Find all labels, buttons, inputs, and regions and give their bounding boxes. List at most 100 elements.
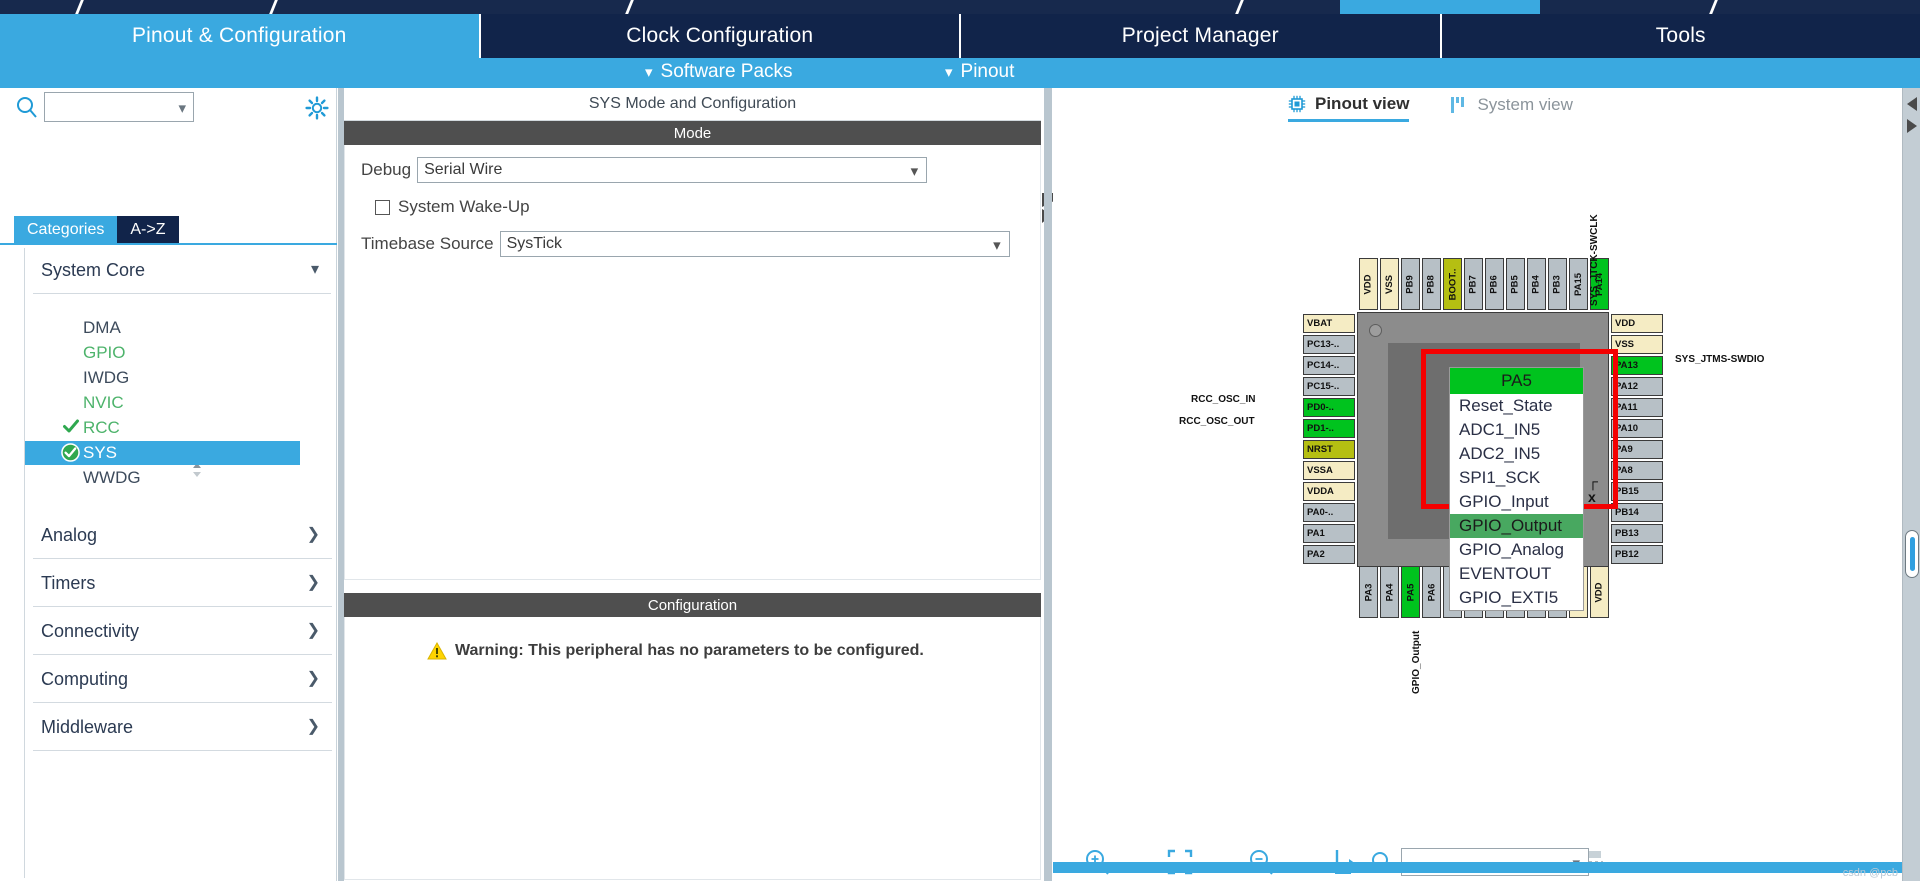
pinout-menu-label: Pinout (960, 61, 1015, 82)
chip-pin-right-pb15[interactable]: PB15 (1611, 482, 1663, 501)
context-menu-item-gpio_exti5[interactable]: GPIO_EXTI5 (1450, 586, 1583, 610)
chip-pin-bottom-vdd[interactable]: VDD (1590, 566, 1609, 618)
chevron-down-icon: ▾ (310, 261, 319, 278)
chip-pin-top-pb8[interactable]: PB8 (1422, 258, 1441, 310)
group-computing[interactable]: Computing ❯ (25, 657, 338, 703)
chip-pin-right-pb13[interactable]: PB13 (1611, 524, 1663, 543)
pinout-vertical-scrollbar[interactable] (1902, 88, 1920, 881)
chip-pin-bottom-pa3[interactable]: PA3 (1359, 566, 1378, 618)
check-circle-icon (61, 443, 80, 462)
system-wakeup-row[interactable]: System Wake-Up (375, 197, 530, 217)
chip-pin-left-pa1[interactable]: PA1 (1303, 524, 1355, 543)
sidebar-item-gpio[interactable]: GPIO (25, 341, 300, 365)
chevron-down-icon: ▾ (645, 64, 653, 81)
chip-pin-right-pb14[interactable]: PB14 (1611, 503, 1663, 522)
tab-pinout-view[interactable]: Pinout view (1288, 88, 1410, 122)
menu-separator (73, 0, 86, 14)
tab-a-to-z[interactable]: A->Z (117, 216, 179, 243)
group-label: Connectivity (41, 621, 140, 641)
context-menu-item-reset_state[interactable]: Reset_State (1450, 394, 1583, 418)
pinout-menu[interactable]: ▾ Pinout (945, 61, 1014, 83)
chip-pin-top-pb7[interactable]: PB7 (1464, 258, 1483, 310)
scroll-up-arrow-icon[interactable] (1906, 96, 1918, 112)
chip-pin-top-boot[interactable]: BOOT.. (1443, 258, 1462, 310)
chip-pin-top-pb6[interactable]: PB6 (1485, 258, 1504, 310)
chip-pin-top-pb3[interactable]: PB3 (1548, 258, 1567, 310)
pin-label: PA2 (1307, 549, 1325, 560)
sidebar-item-nvic[interactable]: NVIC (25, 391, 300, 415)
timebase-select[interactable]: SysTick ▾ (499, 231, 1010, 257)
debug-select[interactable]: Serial Wire ▾ (417, 157, 928, 183)
chip-pin-right-vss[interactable]: VSS (1611, 335, 1663, 354)
chip-pin-top-pb5[interactable]: PB5 (1506, 258, 1525, 310)
chip-pin-right-vdd[interactable]: VDD (1611, 314, 1663, 333)
chip-pin-right-pa8[interactable]: PA8 (1611, 461, 1663, 480)
chip-pin-left-pd1[interactable]: PD1-.. (1303, 419, 1355, 438)
context-menu-item-spi1_sck[interactable]: SPI1_SCK (1450, 466, 1583, 490)
group-analog[interactable]: Analog ❯ (25, 513, 338, 559)
tab-project-manager[interactable]: Project Manager (961, 14, 1442, 58)
context-menu-item-gpio_analog[interactable]: GPIO_Analog (1450, 538, 1583, 562)
chip-pin-left-pa2[interactable]: PA2 (1303, 545, 1355, 564)
chevron-down-icon: ▾ (910, 163, 919, 180)
chip-pin-left-vbat[interactable]: VBAT (1303, 314, 1355, 333)
tab-pinout-configuration[interactable]: Pinout & Configuration (0, 14, 481, 58)
chip-pin-right-pa9[interactable]: PA9 (1611, 440, 1663, 459)
group-middleware[interactable]: Middleware ❯ (25, 705, 338, 751)
mode-section-header: Mode (344, 121, 1041, 145)
chip-pin-left-pc14[interactable]: PC14-.. (1303, 356, 1355, 375)
right-splitter[interactable] (1044, 88, 1052, 881)
configuration-section-body: Warning: This peripheral has no paramete… (344, 617, 1041, 880)
toolbar-blue-button[interactable] (1340, 0, 1540, 14)
chip-pin-right-pb12[interactable]: PB12 (1611, 545, 1663, 564)
chip-canvas[interactable]: VBAT PC13-.. PC14-.. PC15-.. PD0-.. PD1-.. NRS… (1053, 124, 1893, 844)
context-menu-item-adc2_in5[interactable]: ADC2_IN5 (1450, 442, 1583, 466)
chip-pin-bottom-pa5[interactable]: PA5 (1401, 566, 1420, 618)
pin-label: PA3 (1363, 583, 1374, 601)
chip-pin-left-pc15[interactable]: PC15-.. (1303, 377, 1355, 396)
chip-pin-top-pb9[interactable]: PB9 (1401, 258, 1420, 310)
group-timers[interactable]: Timers ❯ (25, 561, 338, 607)
sidebar-item-wwdg[interactable]: WWDG (25, 466, 300, 490)
chip-pin-top-pa15[interactable]: PA15 (1569, 258, 1588, 310)
chip-pin-right-pa12[interactable]: PA12 (1611, 377, 1663, 396)
group-connectivity[interactable]: Connectivity ❯ (25, 609, 338, 655)
chip-pin-right-pa13[interactable]: PA13 (1611, 356, 1663, 375)
context-menu-item-adc1_in5[interactable]: ADC1_IN5 (1450, 418, 1583, 442)
group-system-core[interactable]: System Core ▾ (25, 248, 337, 294)
sidebar-item-sys[interactable]: SYS (25, 441, 300, 465)
sidebar-item-iwdg[interactable]: IWDG (25, 366, 300, 390)
chip-pin-right-pa11[interactable]: PA11 (1611, 398, 1663, 417)
gear-icon[interactable] (305, 96, 329, 120)
context-menu-item-gpio_input[interactable]: GPIO_Input (1450, 490, 1583, 514)
tab-clock-configuration[interactable]: Clock Configuration (480, 14, 961, 58)
chip-pin-top-vdd[interactable]: VDD (1359, 258, 1378, 310)
search-input[interactable]: ▾ (44, 92, 194, 122)
software-packs-menu[interactable]: ▾ Software Packs (645, 61, 793, 83)
context-menu-item-eventout[interactable]: EVENTOUT (1450, 562, 1583, 586)
chip-pin-left-vdda[interactable]: VDDA (1303, 482, 1355, 501)
scroll-down-arrow-icon[interactable] (1906, 118, 1918, 134)
tab-categories[interactable]: Categories (14, 216, 118, 243)
chip-pin-left-pa0[interactable]: PA0-.. (1303, 503, 1355, 522)
chip-pin-left-pc13[interactable]: PC13-.. (1303, 335, 1355, 354)
chip-pin-left-vssa[interactable]: VSSA (1303, 461, 1355, 480)
chip-pin-top-pb4[interactable]: PB4 (1527, 258, 1546, 310)
chevron-right-icon: ❯ (306, 622, 320, 639)
chip-pin-bottom-pa6[interactable]: PA6 (1422, 566, 1441, 618)
chip-pin-left-pd0[interactable]: PD0-.. (1303, 398, 1355, 417)
sidebar-item-rcc[interactable]: RCC (25, 416, 300, 440)
pin-label: PB13 (1615, 528, 1639, 539)
system-wakeup-checkbox[interactable] (375, 199, 390, 215)
chip-pin-right-pa10[interactable]: PA10 (1611, 419, 1663, 438)
context-menu-header: PA5 (1450, 368, 1583, 394)
chip-pin-bottom-pa4[interactable]: PA4 (1380, 566, 1399, 618)
chip-pin-top-vss[interactable]: VSS (1380, 258, 1399, 310)
sidebar-item-dma[interactable]: DMA (25, 316, 300, 340)
pin-label: PA0-.. (1307, 507, 1334, 518)
context-menu-item-gpio_output[interactable]: GPIO_Output (1450, 514, 1583, 538)
tab-system-view[interactable]: System view (1451, 88, 1573, 122)
chip-pin-left-nrst[interactable]: NRST (1303, 440, 1355, 459)
scrollbar-thumb[interactable] (1905, 530, 1919, 578)
tab-tools[interactable]: Tools (1441, 14, 1920, 58)
